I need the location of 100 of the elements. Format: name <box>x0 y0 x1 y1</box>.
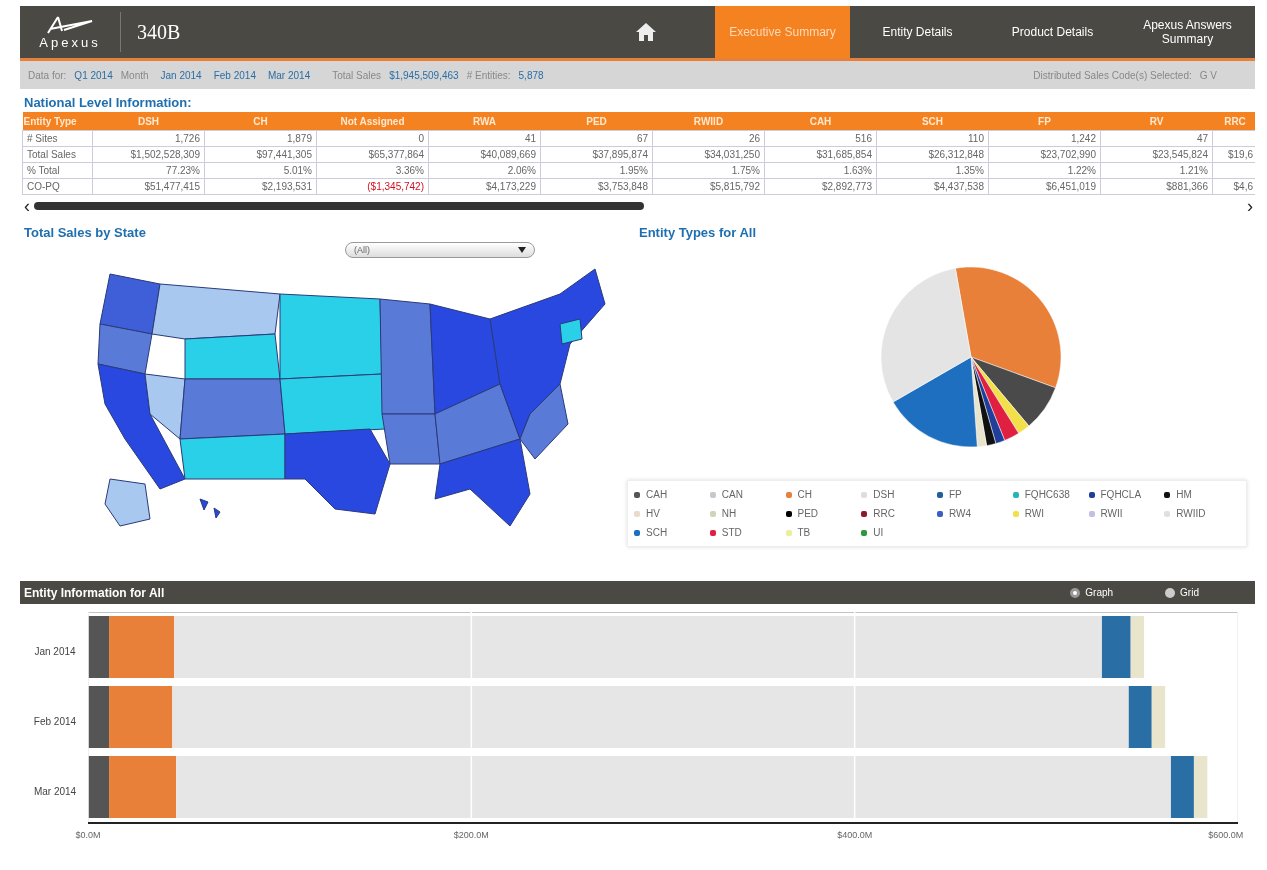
table-cell: 1.75% <box>652 162 765 179</box>
table-cell: 1.95% <box>540 162 653 179</box>
month-link[interactable]: Feb 2014 <box>213 69 256 81</box>
legend-label: PED <box>797 508 819 519</box>
quarter-value[interactable]: Q1 2014 <box>74 69 113 81</box>
legend-label: NH <box>721 508 737 519</box>
legend-label: FP <box>949 489 962 500</box>
column-header: DSH <box>92 112 205 131</box>
column-header: RWIID <box>652 112 765 131</box>
nav-tab[interactable]: Entity Details <box>850 6 985 58</box>
table-cell: 2.06% <box>428 162 541 179</box>
column-header: RV <box>1100 112 1213 131</box>
table-cell: $2,892,773 <box>764 178 877 195</box>
table-cell: 1.35% <box>876 162 989 179</box>
table-cell: 1,879 <box>204 130 317 147</box>
scrollbar-thumb[interactable] <box>34 202 644 210</box>
radio-icon[interactable] <box>1070 587 1081 598</box>
column-header: SCH <box>876 112 989 131</box>
axis-label: $600.0M <box>1208 830 1244 840</box>
column-header: CAH <box>764 112 877 131</box>
table-cell: 110 <box>876 130 989 147</box>
legend-label: STD <box>721 527 742 538</box>
table-cell: $51,477,415 <box>92 178 205 195</box>
table-cell: 26 <box>652 130 765 147</box>
column-header: RRC <box>1212 112 1255 131</box>
table-cell: 1,242 <box>988 130 1101 147</box>
legend-label: SCH <box>646 527 668 538</box>
view-radio[interactable]: Graph <box>1070 587 1114 598</box>
month-link[interactable]: Mar 2014 <box>267 69 311 81</box>
table-cell: 47 <box>1100 130 1213 147</box>
table-cell: 1.63% <box>764 162 877 179</box>
table-cell: 67 <box>540 130 653 147</box>
table-cell: 0 <box>316 130 429 147</box>
section-title: Total Sales by State <box>23 224 147 242</box>
table-cell: $23,545,824 <box>1100 146 1213 163</box>
table-cell: $4,173,229 <box>428 178 541 195</box>
legend-label: FQHC638 <box>1024 489 1070 500</box>
table-cell: $34,031,250 <box>652 146 765 163</box>
table-cell: 41 <box>428 130 541 147</box>
codes-value: G V <box>1199 69 1217 81</box>
axis-label: $0.0M <box>75 830 101 840</box>
table-cell: $23,702,990 <box>988 146 1101 163</box>
section-title: Entity Information for All <box>24 585 165 600</box>
view-radio[interactable]: Grid <box>1165 587 1199 598</box>
state-dropdown[interactable]: (All) <box>345 242 535 258</box>
legend-label: RW4 <box>949 508 972 519</box>
row-header: % Total <box>22 162 93 179</box>
column-header: PED <box>540 112 653 131</box>
table-cell: $37,895,874 <box>540 146 653 163</box>
column-header: Entity Type <box>22 112 93 131</box>
caret-icon <box>518 247 526 253</box>
column-header: FP <box>988 112 1101 131</box>
table-cell: $3,753,848 <box>540 178 653 195</box>
row-header: Total Sales <box>22 146 93 163</box>
axis-label: $400.0M <box>837 830 873 840</box>
table-cell: $40,089,669 <box>428 146 541 163</box>
table-cell: $1,502,528,309 <box>92 146 205 163</box>
section-title: National Level Information: <box>23 94 193 112</box>
legend-label: RRC <box>873 508 895 519</box>
legend-label: TB <box>797 527 811 538</box>
month-link[interactable]: Jan 2014 <box>160 69 202 81</box>
program-logo-text: 340B <box>137 20 181 44</box>
legend-label: RWI <box>1024 508 1044 519</box>
legend-label: FQHCLA <box>1100 489 1142 500</box>
filter-label: Total Sales <box>332 69 382 81</box>
axis-label: Feb 2014 <box>32 714 78 729</box>
entities-value: 5,878 <box>518 69 544 81</box>
legend-label: RWII <box>1100 508 1123 519</box>
axis-label: Jan 2014 <box>33 644 77 659</box>
table-cell: $881,366 <box>1100 178 1213 195</box>
legend-label: HM <box>1176 489 1192 500</box>
column-header: Not Assigned <box>316 112 429 131</box>
scroll-right-icon[interactable]: › <box>1247 199 1253 213</box>
table-cell: $5,815,792 <box>652 178 765 195</box>
legend-label: CAN <box>721 489 743 500</box>
legend-label: HV <box>646 508 660 519</box>
home-icon[interactable] <box>635 22 657 42</box>
table-cell: $97,441,305 <box>204 146 317 163</box>
filter-label: # Entities: <box>466 69 511 81</box>
table-cell: 3.36% <box>316 162 429 179</box>
nav-tab[interactable]: Apexus Answers Summary <box>1120 6 1255 58</box>
logo-text: Apexus <box>39 34 101 50</box>
row-header: # Sites <box>22 130 93 147</box>
row-header: CO-PQ <box>22 178 93 195</box>
table-cell: $31,685,854 <box>764 146 877 163</box>
legend-label: UI <box>873 527 884 538</box>
legend-label: RWIID <box>1176 508 1206 519</box>
table-cell: 1.22% <box>988 162 1101 179</box>
axis-label: Mar 2014 <box>32 784 78 799</box>
table-cell: 516 <box>764 130 877 147</box>
column-header: CH <box>204 112 317 131</box>
table-cell: $6,451,019 <box>988 178 1101 195</box>
scroll-left-icon[interactable]: ‹ <box>24 199 30 213</box>
radio-icon[interactable] <box>1165 587 1176 598</box>
filter-label: Data for: <box>28 69 67 81</box>
section-title: Entity Types for All <box>638 224 757 242</box>
legend-label: CH <box>797 489 812 500</box>
table-cell: ($1,345,742) <box>316 178 429 195</box>
nav-tab[interactable]: Product Details <box>985 6 1120 58</box>
table-cell: $4,437,538 <box>876 178 989 195</box>
